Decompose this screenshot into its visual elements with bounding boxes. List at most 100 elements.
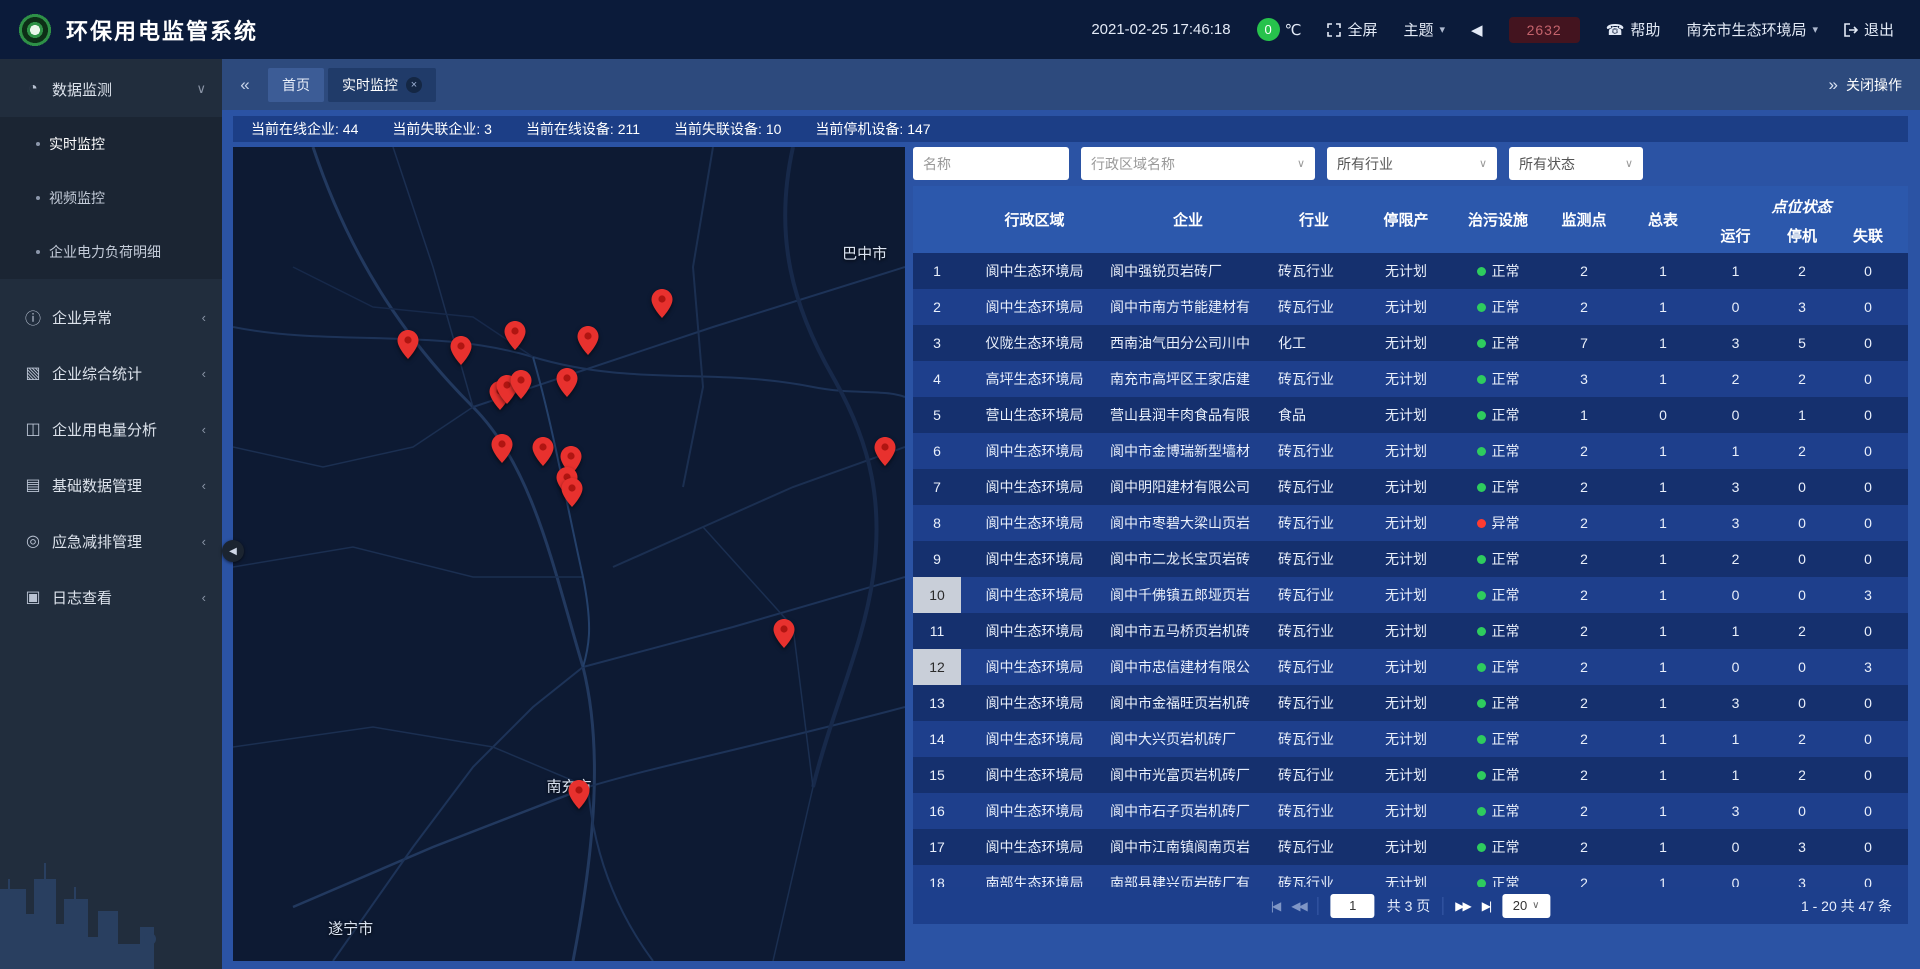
- stats-bar: 当前在线企业: 44当前失联企业: 3当前在线设备: 211当前失联设备: 10…: [233, 116, 1908, 142]
- sidebar-group-0[interactable]: ◔数据监测∨: [0, 61, 222, 117]
- table-row[interactable]: 12阆中生态环境局阆中市忠信建材有限公砖瓦行业无计划正常21003: [913, 649, 1908, 685]
- region-select[interactable]: 行政区域名称 ∨: [1081, 147, 1315, 180]
- sidebar-group-label: 数据监测: [52, 79, 112, 100]
- page-size-select[interactable]: 20 ∨: [1502, 894, 1550, 918]
- table-row[interactable]: 13阆中生态环境局阆中市金福旺页岩机砖砖瓦行业无计划正常21300: [913, 685, 1908, 721]
- sidebar-group-3[interactable]: ◫企业用电量分析‹: [0, 401, 222, 457]
- tab-home[interactable]: 首页: [268, 68, 324, 102]
- theme-dropdown[interactable]: 主题 ▾: [1403, 19, 1445, 40]
- filter-bar: 行政区域名称 ∨ 所有行业 ∨ 所有状态 ∨: [913, 147, 1908, 180]
- table-row[interactable]: 2阆中生态环境局阆中市南方节能建材有砖瓦行业无计划正常21030: [913, 289, 1908, 325]
- close-operations-dropdown[interactable]: » 关闭操作: [1829, 75, 1902, 95]
- sidebar-submenu: 实时监控视频监控企业电力负荷明细: [0, 117, 222, 279]
- header-point-status: 点位状态: [1702, 186, 1901, 218]
- map-canvas[interactable]: 巴中市南充市遂宁市: [233, 147, 905, 961]
- table-row[interactable]: 10阆中生态环境局阆中千佛镇五郎垭页岩砖瓦行业无计划正常21003: [913, 577, 1908, 613]
- logout-button[interactable]: 退出: [1844, 19, 1894, 40]
- next-page-button[interactable]: ▶▶: [1455, 899, 1469, 913]
- stat-item: 当前在线设备: 211: [526, 119, 640, 139]
- table-row[interactable]: 8阆中生态环境局阆中市枣碧大梁山页岩砖瓦行业无计划异常21300: [913, 505, 1908, 541]
- map-pin-icon[interactable]: [491, 434, 512, 468]
- map-pin-icon[interactable]: [397, 330, 418, 364]
- sidebar-group-1[interactable]: ⓘ企业异常‹: [0, 289, 222, 345]
- table-row[interactable]: 17阆中生态环境局阆中市江南镇阆南页岩砖瓦行业无计划正常21030: [913, 829, 1908, 865]
- close-operations-label: 关闭操作: [1846, 75, 1902, 95]
- cell-industry: 砖瓦行业: [1268, 505, 1360, 541]
- cell-region: 阆中生态环境局: [961, 577, 1108, 613]
- cell-meters: 1: [1624, 613, 1702, 649]
- table-row[interactable]: 5营山生态环境局营山县润丰肉食品有限食品无计划正常10010: [913, 397, 1908, 433]
- table-row[interactable]: 15阆中生态环境局阆中市光富页岩机砖厂砖瓦行业无计划正常21120: [913, 757, 1908, 793]
- status-dot-icon: [1477, 699, 1486, 708]
- page-number-input[interactable]: [1331, 894, 1375, 918]
- map-pin-icon[interactable]: [651, 289, 672, 323]
- map-pin-icon[interactable]: [556, 368, 577, 402]
- map-pin-icon[interactable]: [577, 326, 598, 360]
- sidebar-item[interactable]: 视频监控: [0, 171, 222, 225]
- table-row[interactable]: 14阆中生态环境局阆中大兴页岩机砖厂砖瓦行业无计划正常21120: [913, 721, 1908, 757]
- table-row[interactable]: 9阆中生态环境局阆中市二龙长宝页岩砖砖瓦行业无计划正常21200: [913, 541, 1908, 577]
- sidebar-group-4[interactable]: ▤基础数据管理‹: [0, 457, 222, 513]
- sidebar-group-2[interactable]: ▧企业综合统计‹: [0, 345, 222, 401]
- sidebar-group-5[interactable]: ◎应急减排管理‹: [0, 513, 222, 569]
- help-button[interactable]: ☎ 帮助: [1606, 19, 1661, 40]
- sidebar-item-label: 企业电力负荷明细: [49, 242, 161, 262]
- status-select[interactable]: 所有状态 ∨: [1509, 147, 1643, 180]
- fullscreen-button[interactable]: 全屏: [1327, 19, 1377, 40]
- map-pin-icon[interactable]: [511, 370, 532, 404]
- cell-meters: 1: [1624, 289, 1702, 325]
- status-dot-icon: [1477, 303, 1486, 312]
- map-pin-icon[interactable]: [569, 780, 590, 814]
- map-pin-icon[interactable]: [562, 478, 583, 512]
- tab-close-icon[interactable]: ×: [406, 77, 422, 93]
- cell-meters: 1: [1624, 649, 1702, 685]
- cell-index: 11: [913, 613, 961, 649]
- table-row[interactable]: 1阆中生态环境局阆中强锐页岩砖厂砖瓦行业无计划正常21120: [913, 253, 1908, 289]
- map-pin-icon[interactable]: [505, 321, 526, 355]
- cell-lost: 0: [1835, 757, 1901, 793]
- divider: [1442, 897, 1443, 915]
- table-row[interactable]: 11阆中生态环境局阆中市五马桥页岩机砖砖瓦行业无计划正常21120: [913, 613, 1908, 649]
- industry-select[interactable]: 所有行业 ∨: [1327, 147, 1497, 180]
- cell-region: 阆中生态环境局: [961, 505, 1108, 541]
- table-row[interactable]: 6阆中生态环境局阆中市金博瑞新型墙材砖瓦行业无计划正常21120: [913, 433, 1908, 469]
- mute-button[interactable]: ◀: [1471, 21, 1483, 39]
- organization-dropdown[interactable]: 南充市生态环境局 ▾: [1686, 19, 1818, 40]
- map-pin-icon[interactable]: [451, 336, 472, 370]
- name-search-input[interactable]: [913, 147, 1069, 180]
- emergency-icon: ◎: [24, 531, 42, 551]
- theme-label: 主题: [1403, 19, 1433, 40]
- map-pin-icon[interactable]: [874, 437, 895, 471]
- table-row[interactable]: 4高坪生态环境局南充市高坪区王家店建砖瓦行业无计划正常31220: [913, 361, 1908, 397]
- stat-item: 当前在线企业: 44: [251, 119, 358, 139]
- cell-stop: 3: [1769, 829, 1835, 865]
- sidebar-group-6[interactable]: ▣日志查看‹: [0, 569, 222, 625]
- prev-page-button[interactable]: ◀◀: [1291, 899, 1305, 913]
- phone-icon: ☎: [1606, 21, 1625, 39]
- sidebar-item[interactable]: 实时监控: [0, 117, 222, 171]
- cell-lost: 0: [1835, 469, 1901, 505]
- cell-company: 阆中市金福旺页岩机砖: [1108, 685, 1268, 721]
- map-pin-icon[interactable]: [774, 619, 795, 653]
- table-row[interactable]: 16阆中生态环境局阆中市石子页岩机砖厂砖瓦行业无计划正常21300: [913, 793, 1908, 829]
- first-page-button[interactable]: |◀: [1271, 899, 1279, 913]
- alert-count-badge[interactable]: 2632: [1509, 17, 1580, 43]
- table-row[interactable]: 3仪陇生态环境局西南油气田分公司川中化工无计划正常71350: [913, 325, 1908, 361]
- tabs-scroll-left-button[interactable]: «: [222, 75, 268, 95]
- header-stop: 停机: [1769, 218, 1835, 253]
- cell-run: 0: [1702, 397, 1769, 433]
- bullet-icon: [36, 250, 40, 254]
- table-row[interactable]: 7阆中生态环境局阆中明阳建材有限公司砖瓦行业无计划正常21300: [913, 469, 1908, 505]
- sidebar-item[interactable]: 企业电力负荷明细: [0, 225, 222, 279]
- panel-collapse-button[interactable]: ◀: [222, 540, 244, 562]
- cell-run: 2: [1702, 361, 1769, 397]
- chevron-left-icon: ‹: [202, 310, 206, 325]
- map-pin-icon[interactable]: [532, 437, 553, 471]
- cell-stop: 2: [1769, 757, 1835, 793]
- tab-realtime-monitor[interactable]: 实时监控 ×: [328, 68, 436, 102]
- last-page-button[interactable]: ▶|: [1482, 899, 1490, 913]
- cell-stop: 0: [1769, 505, 1835, 541]
- cell-index: 5: [913, 397, 961, 433]
- table-row[interactable]: 18南部生态环境局南部县建兴页岩砖厂有砖瓦行业无计划正常21030: [913, 865, 1908, 887]
- table-header: 行政区域 企业 行业 停限产 治污设施 监测点 总表 点位状态 运行 停机: [913, 186, 1908, 253]
